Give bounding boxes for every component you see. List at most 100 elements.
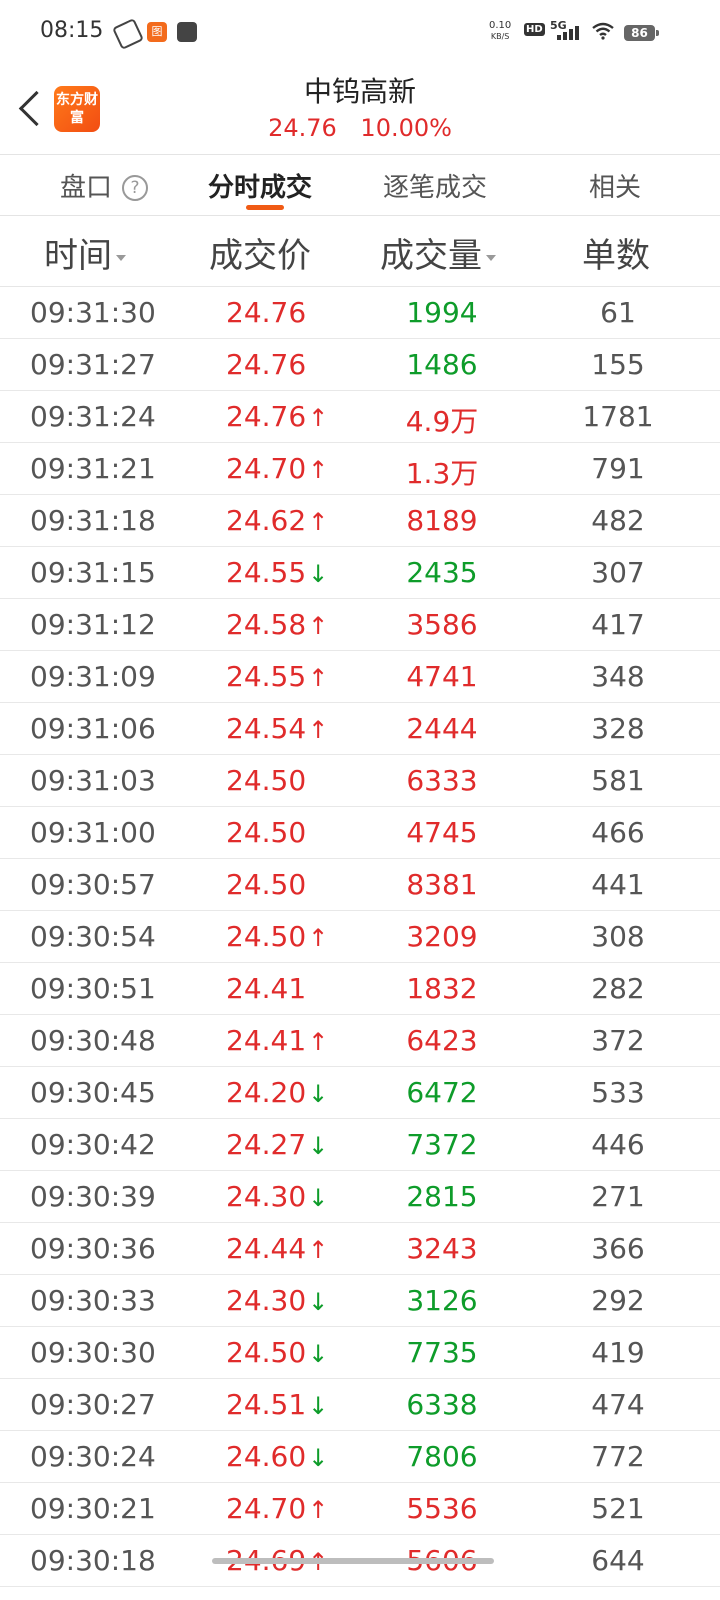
table-row[interactable]: 09:30:51 24.41 1832 282 — [0, 963, 720, 1015]
trade-volume: 8381 — [406, 868, 478, 901]
home-indicator[interactable] — [212, 1558, 494, 1564]
arrow-down-icon: ↓ — [308, 1392, 329, 1420]
table-row[interactable]: 09:31:12 24.58↑ 3586 417 — [0, 599, 720, 651]
trade-price-value: 24.41 — [226, 972, 307, 1005]
trade-time: 09:30:24 — [30, 1440, 156, 1473]
trade-price: 24.76↑ — [226, 400, 328, 433]
trade-count: 581 — [591, 764, 645, 797]
arrow-down-icon: ↓ — [308, 1288, 329, 1316]
trade-price: 24.76 — [226, 348, 306, 381]
trade-time: 09:30:33 — [30, 1284, 156, 1317]
trade-price-value: 24.50 — [226, 816, 307, 849]
trade-count: 772 — [591, 1440, 645, 1473]
trade-count: 644 — [591, 1544, 645, 1577]
arrow-up-icon: ↑ — [308, 716, 329, 744]
trade-time: 09:31:18 — [30, 504, 156, 537]
trade-time: 09:30:45 — [30, 1076, 156, 1109]
arrow-down-icon: ↓ — [308, 1340, 329, 1368]
trade-time: 09:30:54 — [30, 920, 156, 953]
table-row[interactable]: 09:31:00 24.50 4745 466 — [0, 807, 720, 859]
table-row[interactable]: 09:30:39 24.30↓ 2815 271 — [0, 1171, 720, 1223]
trade-count: 533 — [591, 1076, 645, 1109]
trade-volume: 4741 — [406, 660, 478, 693]
trade-volume: 5536 — [406, 1492, 478, 1525]
trade-volume: 3126 — [406, 1284, 478, 1317]
table-row[interactable]: 09:30:48 24.41↑ 6423 372 — [0, 1015, 720, 1067]
trade-count: 791 — [591, 452, 645, 485]
app-notification-icon: 图 — [147, 22, 167, 42]
trade-price-value: 24.30 — [226, 1180, 307, 1213]
table-row[interactable]: 09:30:42 24.27↓ 7372 446 — [0, 1119, 720, 1171]
arrow-up-icon: ↑ — [308, 664, 329, 692]
arrow-up-icon: ↑ — [308, 456, 329, 484]
column-time[interactable]: 时间 — [44, 228, 126, 277]
trade-count: 419 — [591, 1336, 645, 1369]
table-row[interactable]: 09:30:27 24.51↓ 6338 474 — [0, 1379, 720, 1431]
status-time: 08:15 — [40, 18, 104, 43]
active-tab-indicator — [246, 205, 284, 210]
table-row[interactable]: 09:30:30 24.50↓ 7735 419 — [0, 1327, 720, 1379]
table-row[interactable]: 09:31:15 24.55↓ 2435 307 — [0, 547, 720, 599]
trade-count: 474 — [591, 1388, 645, 1421]
trade-price: 24.41↑ — [226, 1024, 328, 1057]
trade-time: 09:30:18 — [30, 1544, 156, 1577]
trade-price: 24.51↓ — [226, 1388, 328, 1421]
trade-price-value: 24.30 — [226, 1284, 307, 1317]
trade-time: 09:31:30 — [30, 296, 156, 329]
table-row[interactable]: 09:31:21 24.70↑ 1.3万 791 — [0, 443, 720, 495]
table-row[interactable]: 09:31:18 24.62↑ 8189 482 — [0, 495, 720, 547]
arrow-up-icon: ↑ — [308, 612, 329, 640]
help-icon[interactable]: ? — [122, 175, 149, 201]
trade-volume: 6423 — [406, 1024, 478, 1057]
tab-tick-trades[interactable]: 逐笔成交 — [383, 167, 487, 204]
trade-volume: 7806 — [406, 1440, 478, 1473]
trade-volume: 6338 — [406, 1388, 478, 1421]
arrow-down-icon: ↓ — [308, 560, 329, 588]
table-row[interactable]: 09:30:24 24.60↓ 7806 772 — [0, 1431, 720, 1483]
trade-price-value: 24.44 — [226, 1232, 307, 1265]
trade-time: 09:30:48 — [30, 1024, 156, 1057]
table-row[interactable]: 09:30:45 24.20↓ 6472 533 — [0, 1067, 720, 1119]
table-row[interactable]: 09:30:21 24.70↑ 5536 521 — [0, 1483, 720, 1535]
arrow-down-icon: ↓ — [308, 1080, 329, 1108]
trade-volume: 4.9万 — [405, 405, 479, 438]
arrow-down-icon: ↓ — [308, 1444, 329, 1472]
trade-price: 24.54↑ — [226, 712, 328, 745]
speed-unit: KB/S — [490, 32, 510, 41]
trade-price-value: 24.50 — [226, 920, 307, 953]
change-percent: 10.00% — [360, 114, 452, 142]
price-line: 24.76 10.00% — [0, 114, 720, 142]
trade-time: 09:30:57 — [30, 868, 156, 901]
table-row[interactable]: 09:31:24 24.76↑ 4.9万 1781 — [0, 391, 720, 443]
trade-price-value: 24.50 — [226, 1336, 307, 1369]
table-row[interactable]: 09:31:03 24.50 6333 581 — [0, 755, 720, 807]
table-row[interactable]: 09:30:54 24.50↑ 3209 308 — [0, 911, 720, 963]
trade-price: 24.55↓ — [226, 556, 328, 589]
trade-volume: 6472 — [406, 1076, 478, 1109]
trade-count: 307 — [591, 556, 645, 589]
table-row[interactable]: 09:31:09 24.55↑ 4741 348 — [0, 651, 720, 703]
cloud-icon — [112, 18, 144, 50]
trade-time: 09:31:03 — [30, 764, 156, 797]
sort-caret-icon — [116, 254, 126, 261]
column-volume[interactable]: 成交量 — [380, 228, 496, 277]
table-row[interactable]: 09:30:33 24.30↓ 3126 292 — [0, 1275, 720, 1327]
trades-table[interactable]: 09:31:30 24.76 1994 61 09:31:27 24.76 1486 155 0… — [0, 287, 720, 1587]
table-row[interactable]: 09:31:30 24.76 1994 61 — [0, 287, 720, 339]
stock-header: 东方财富 中钨高新 24.76 10.00% — [0, 64, 720, 155]
column-time-label: 时间 — [44, 236, 112, 276]
table-row[interactable]: 09:31:06 24.54↑ 2444 328 — [0, 703, 720, 755]
tab-order-book[interactable]: 盘口? — [60, 167, 149, 204]
trade-count: 482 — [591, 504, 645, 537]
table-row[interactable]: 09:30:36 24.44↑ 3243 366 — [0, 1223, 720, 1275]
table-row[interactable]: 09:31:27 24.76 1486 155 — [0, 339, 720, 391]
tab-related[interactable]: 相关 — [589, 167, 641, 204]
battery-tip — [656, 30, 659, 36]
tab-minute-trades[interactable]: 分时成交 — [208, 167, 312, 204]
trade-volume: 2815 — [406, 1180, 478, 1213]
trade-price: 24.41 — [226, 972, 306, 1005]
trade-count: 348 — [591, 660, 645, 693]
trade-price: 24.50 — [226, 764, 306, 797]
trade-time: 09:31:24 — [30, 400, 156, 433]
table-row[interactable]: 09:30:57 24.50 8381 441 — [0, 859, 720, 911]
